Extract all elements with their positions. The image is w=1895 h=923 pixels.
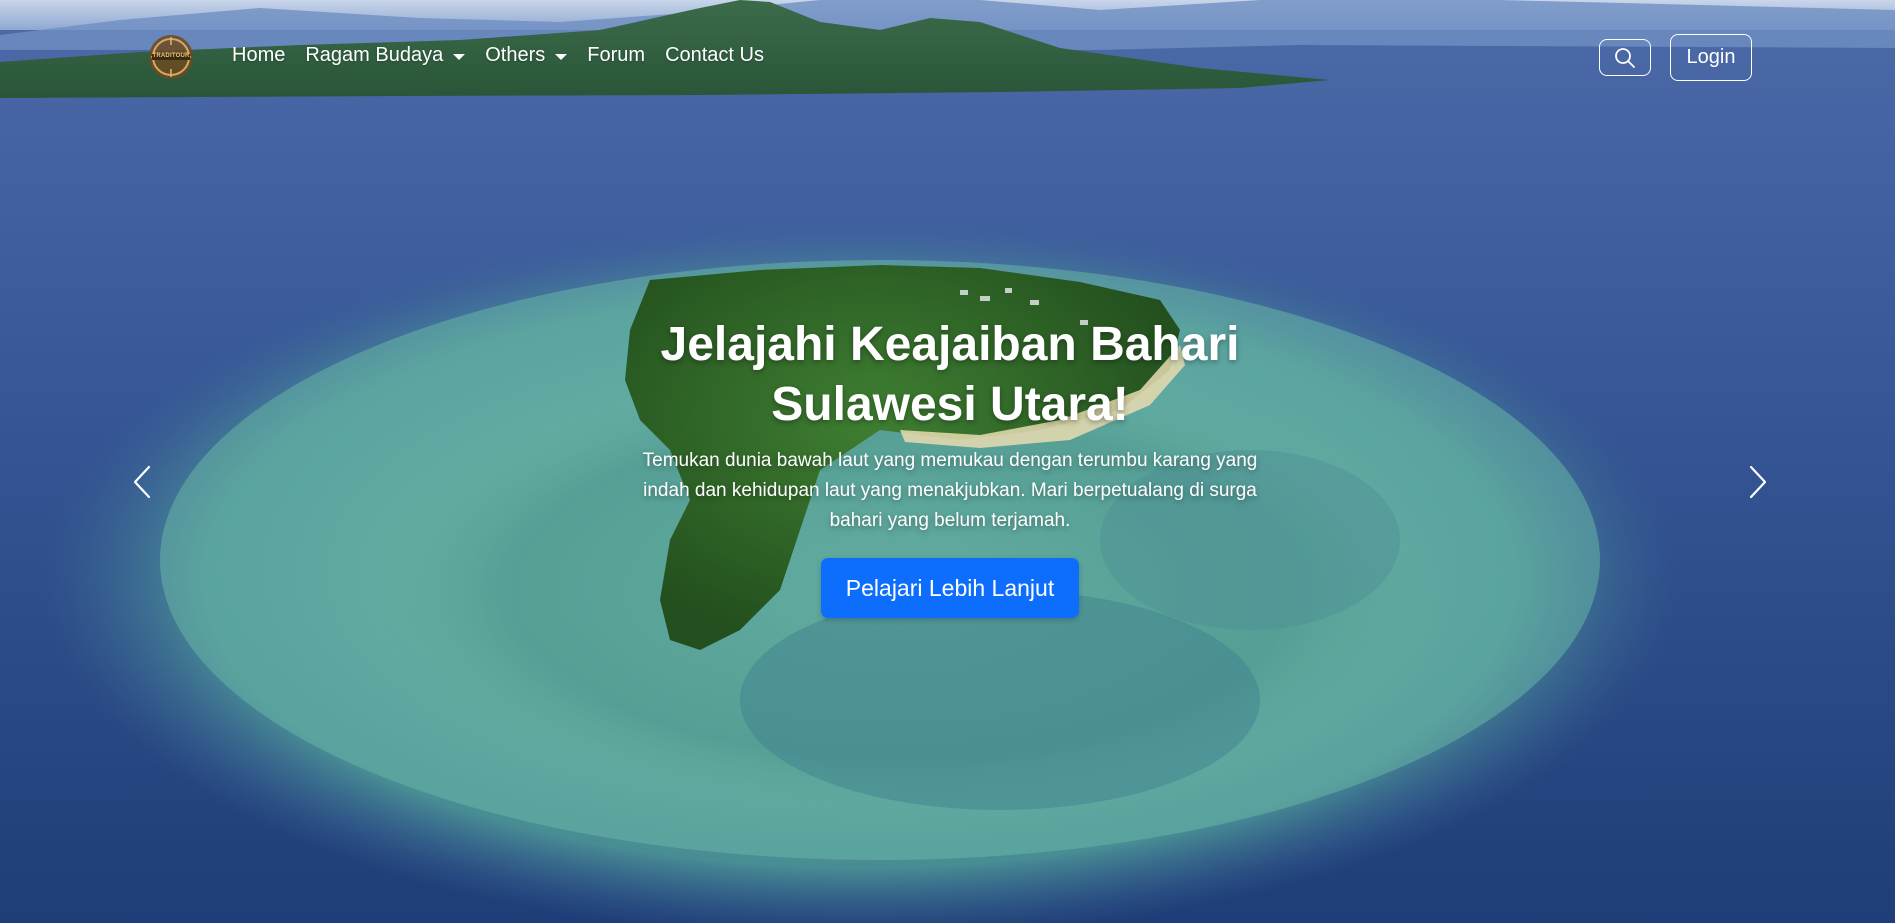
search-icon — [1615, 47, 1635, 68]
hero-description: Temukan dunia bawah laut yang memukau de… — [642, 450, 1258, 531]
carousel-prev-button[interactable] — [123, 455, 163, 509]
hero-title: Jelajahi Keajaiban Bahari Sulawesi Utara… — [660, 318, 1240, 431]
nav-forum-link[interactable]: Forum — [587, 44, 645, 67]
nav-home-label: Home — [232, 44, 286, 66]
login-button[interactable]: Login — [1670, 34, 1752, 81]
brand-logo-text: TRADITOUR — [152, 53, 190, 59]
chevron-right-icon — [1749, 465, 1767, 499]
nav-ragam-budaya-dropdown[interactable]: Ragam Budaya — [305, 44, 466, 67]
carousel-caption: Jelajahi Keajaiban Bahari Sulawesi Utara… — [620, 315, 1280, 618]
nav-contact-us-label: Contact Us — [665, 44, 764, 66]
nav-links: Home Ragam Budaya Others Forum Contact U… — [232, 44, 784, 67]
chevron-left-icon — [133, 465, 151, 499]
caret-down-icon — [555, 53, 568, 60]
hero-carousel: TRADITOUR Home Ragam Budaya Others Forum… — [0, 0, 1895, 923]
nav-others-label: Others — [485, 44, 546, 66]
learn-more-button[interactable]: Pelajari Lebih Lanjut — [820, 558, 1080, 618]
nav-others-dropdown[interactable]: Others — [485, 44, 568, 67]
nav-contact-us-link[interactable]: Contact Us — [665, 44, 764, 67]
nav-forum-label: Forum — [587, 44, 646, 66]
nav-home-link[interactable]: Home — [232, 44, 285, 67]
carousel-next-button[interactable] — [1737, 455, 1777, 509]
search-button[interactable] — [1599, 39, 1651, 76]
main-navbar: TRADITOUR Home Ragam Budaya Others Forum… — [0, 0, 1895, 116]
caret-down-icon — [453, 53, 466, 60]
nav-ragam-budaya-label: Ragam Budaya — [305, 44, 444, 66]
